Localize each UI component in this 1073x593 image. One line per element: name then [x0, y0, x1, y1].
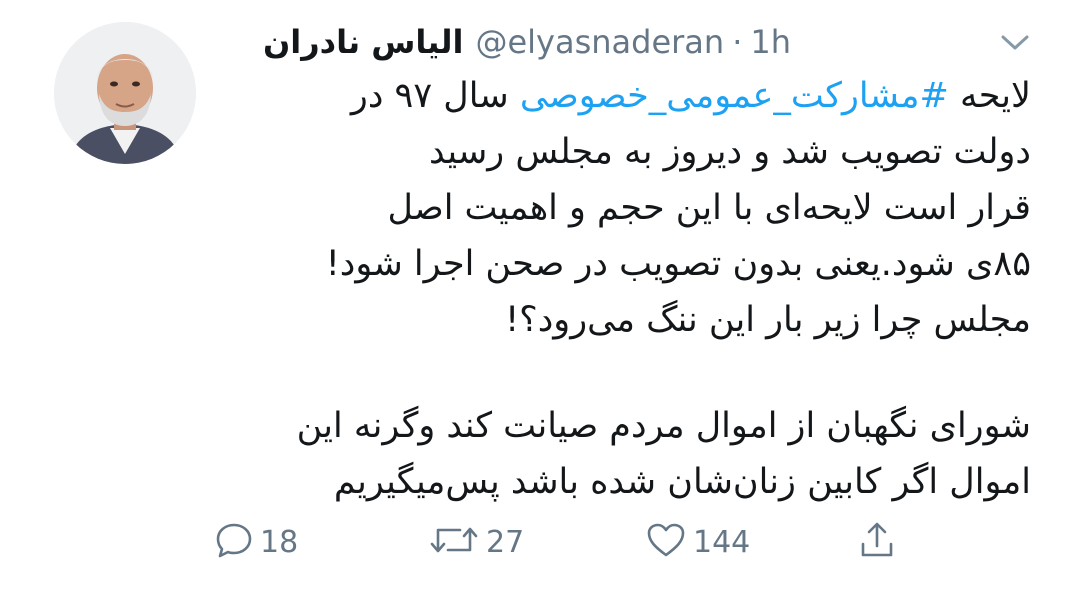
tweet-header: الیاس نادران @elyasnaderan · 1h [263, 20, 791, 64]
tweet-line: لایحه #مشارکت_عمومی_خصوصی سال ۹۷ در [210, 68, 1031, 124]
hashtag-link[interactable]: #مشارکت_عمومی_خصوصی [520, 76, 949, 116]
display-name[interactable]: الیاس نادران [263, 23, 464, 61]
tweet-line: شورای نگهبان از اموال مردم صیانت کند وگر… [296, 406, 1031, 446]
tweet-line: مجلس چرا زیر بار این ننگ می‌رود؟! [505, 300, 1031, 340]
heart-icon [645, 520, 687, 564]
tweet-line: ۸۵ی شود.یعنی بدون تصویب در صحن اجرا شود! [325, 244, 1031, 284]
action-bar: 18 27 144 [0, 518, 1073, 566]
chevron-down-icon[interactable] [997, 28, 1033, 56]
share-icon [857, 520, 897, 564]
reply-button[interactable]: 18 [214, 518, 298, 566]
reply-icon [214, 520, 254, 564]
retweet-icon [428, 520, 480, 564]
user-handle[interactable]: @elyasnaderan [475, 23, 724, 61]
reply-count: 18 [260, 524, 299, 560]
tweet-text: لایحه #مشارکت_عمومی_خصوصی سال ۹۷ در دولت… [210, 68, 1031, 510]
share-button[interactable] [857, 518, 897, 566]
tweet-line: قرار است لایحه‌ای با این حجم و اهمیت اصل [387, 188, 1031, 228]
like-button[interactable]: 144 [645, 518, 750, 566]
tweet-line: دولت تصویب شد و دیروز به مجلس رسید [429, 132, 1031, 172]
tweet-line-text: لایحه [948, 76, 1031, 116]
tweet-timestamp[interactable]: 1h [750, 23, 791, 61]
like-count: 144 [693, 524, 751, 560]
tweet-line-text: سال ۹۷ در [350, 76, 520, 116]
paragraph-break [210, 348, 1031, 398]
tweet-line: اموال اگر کابین زنان‌شان شده باشد پس‌میگ… [333, 462, 1031, 502]
avatar[interactable] [54, 22, 196, 164]
retweet-button[interactable]: 27 [428, 518, 524, 566]
separator-dot: · [732, 23, 743, 61]
tweet-card: الیاس نادران @elyasnaderan · 1h لایحه #م… [0, 0, 1073, 593]
retweet-count: 27 [486, 524, 525, 560]
